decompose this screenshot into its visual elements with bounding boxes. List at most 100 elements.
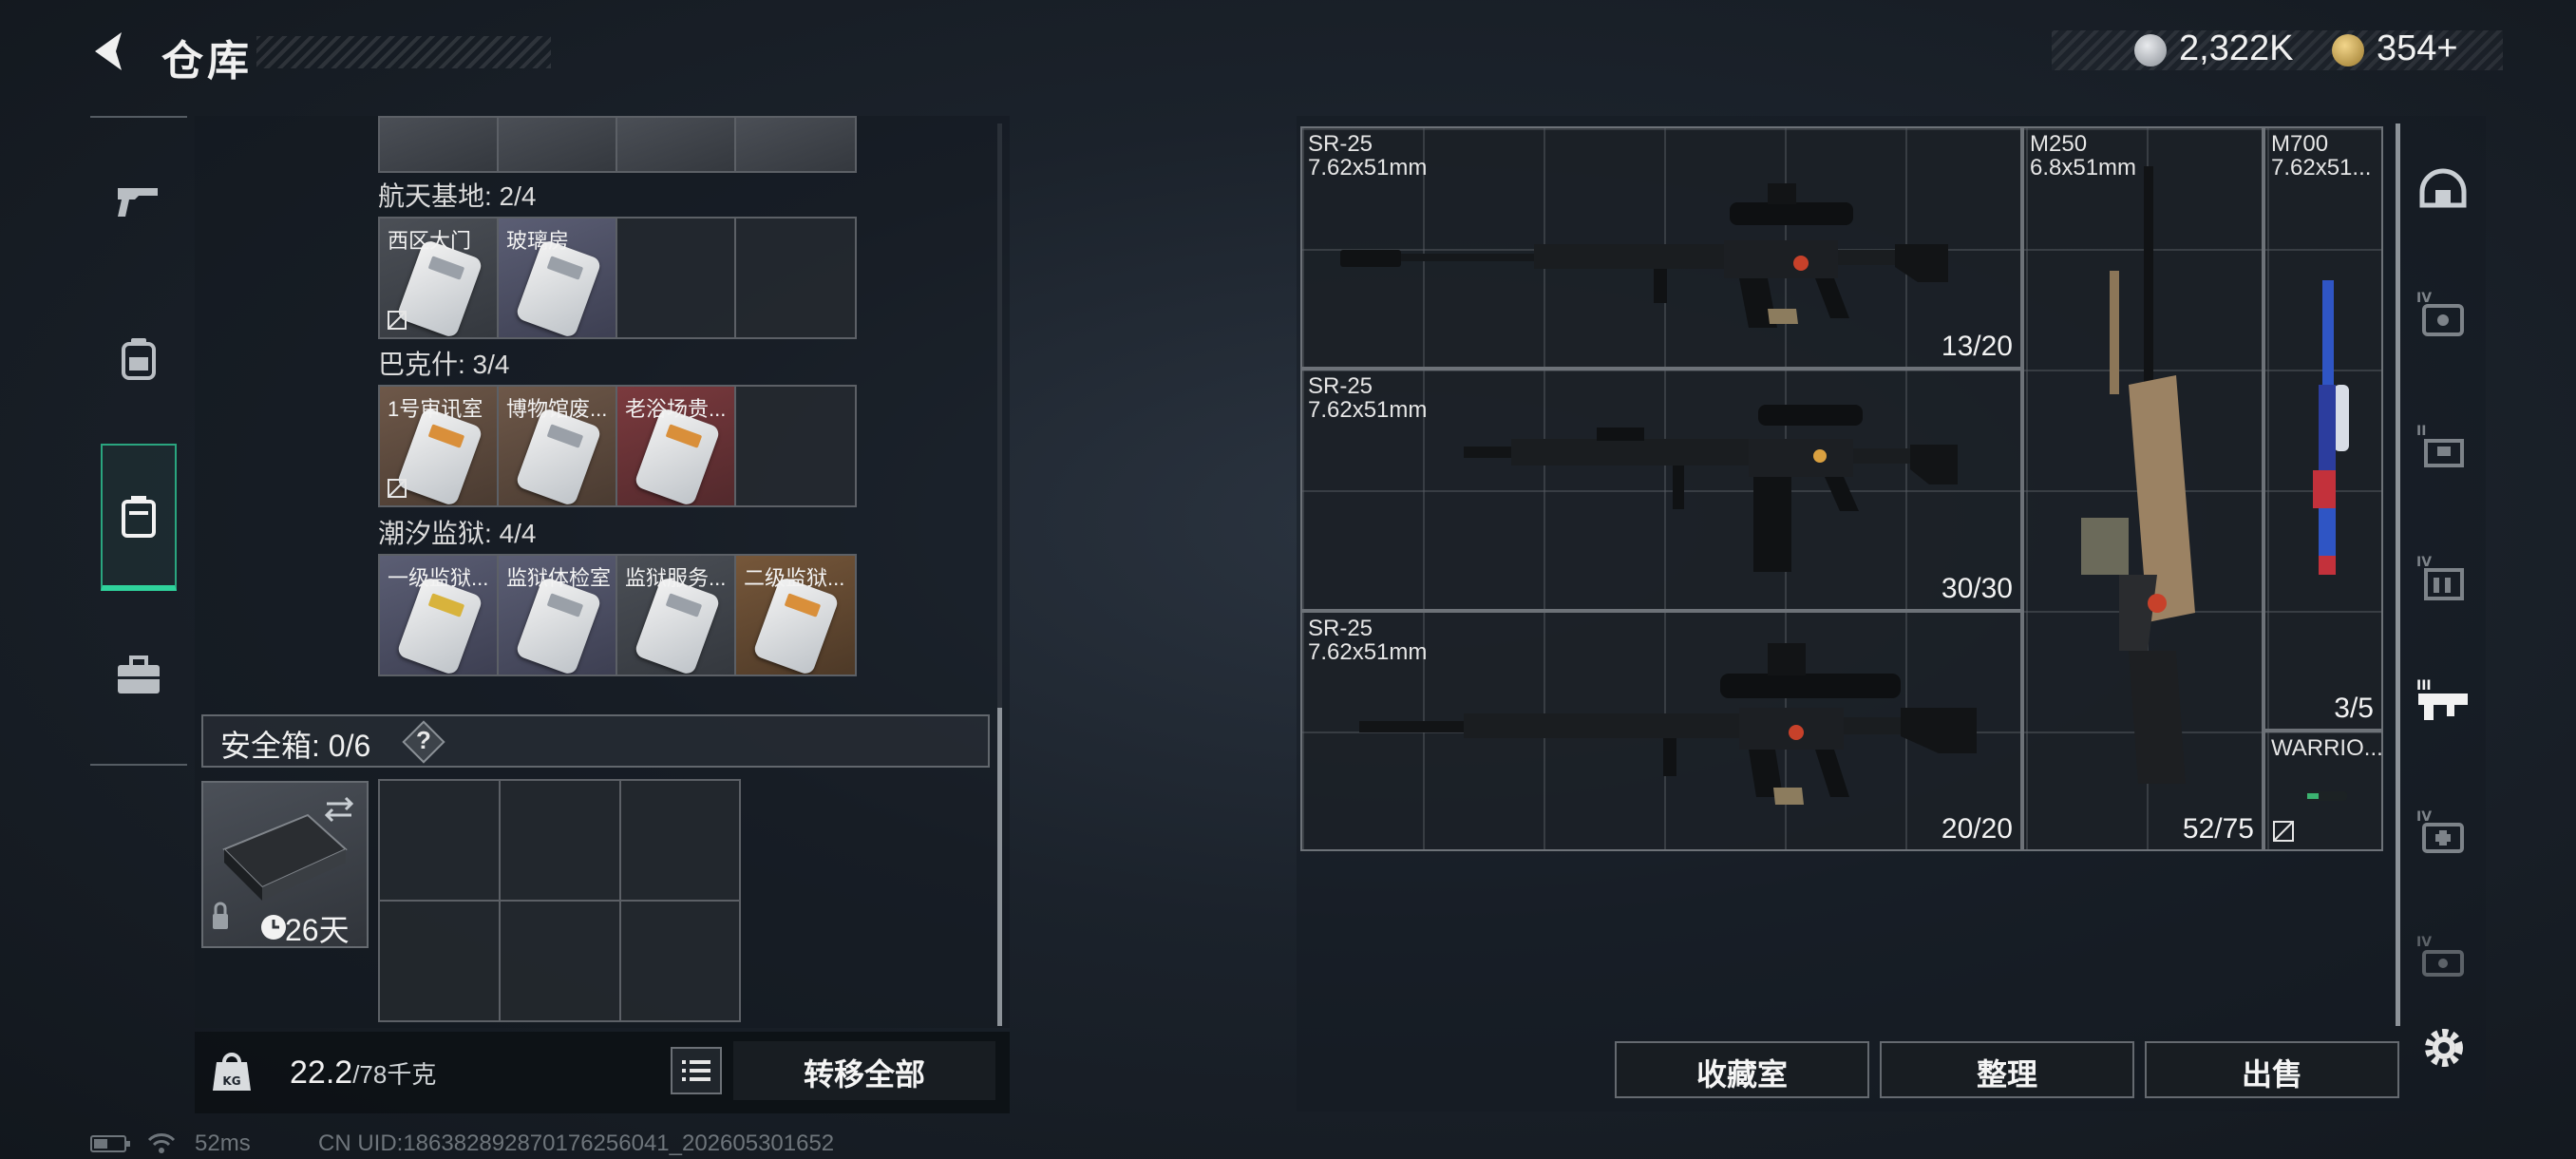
- key-card[interactable]: [736, 118, 855, 171]
- weapon-scrollbar[interactable]: [2396, 124, 2400, 1026]
- help-mark: ?: [416, 726, 431, 754]
- key-card-label: 二级监狱...: [744, 566, 845, 590]
- list-view-button[interactable]: [671, 1047, 722, 1094]
- key-card-label: 西区大门: [388, 229, 472, 253]
- safe-box-duration: 26天: [285, 913, 350, 947]
- silver-coin-icon: [2134, 34, 2167, 66]
- key-card-label: 老浴场贵...: [625, 397, 727, 421]
- back-arrow-icon[interactable]: [87, 28, 133, 74]
- weapon-name: M250: [2030, 131, 2088, 157]
- key-row-partial: [378, 116, 857, 173]
- key-group-title: 巴克什: 3/4: [378, 350, 510, 379]
- wifi-icon: [147, 1133, 176, 1153]
- key-card[interactable]: [380, 118, 499, 171]
- gear-icon[interactable]: [2418, 1022, 2470, 1074]
- ammo-count: 30/30: [1941, 573, 2013, 604]
- safe-box-grid[interactable]: [378, 779, 741, 1022]
- key-card[interactable]: 玻璃房: [499, 218, 617, 337]
- misc-iv-icon[interactable]: IV: [2415, 929, 2472, 986]
- weapon-name: M700: [2271, 131, 2329, 157]
- key-card-row: 一级监狱... 监狱体检室 监狱服务... 二级监狱...: [378, 554, 857, 676]
- svg-text:IV: IV: [2416, 935, 2432, 950]
- chest-rig-iv-icon[interactable]: IV: [2415, 549, 2472, 606]
- svg-text:IV: IV: [2416, 555, 2432, 570]
- svg-text:II: II: [2416, 424, 2426, 439]
- m250-machine-gun-icon: [2081, 166, 2195, 784]
- key-card[interactable]: [617, 118, 736, 171]
- ping-readout: 52ms: [195, 1130, 251, 1156]
- pistol-icon[interactable]: [112, 175, 165, 228]
- key-card[interactable]: 监狱服务...: [617, 556, 736, 674]
- empty-slot[interactable]: [736, 387, 855, 505]
- flashlight-attachment-icon: [2305, 791, 2347, 801]
- key-card[interactable]: 监狱体检室: [499, 556, 617, 674]
- backpack-icon[interactable]: [112, 332, 165, 386]
- armor-ii-icon[interactable]: II: [2415, 418, 2472, 475]
- svg-text:IV: IV: [2416, 809, 2432, 825]
- key-card-label: 监狱服务...: [625, 566, 727, 590]
- key-card-row: 1号审讯室 博物馆废... 老浴场贵...: [378, 385, 857, 507]
- svg-text:III: III: [2416, 678, 2432, 694]
- medical-iv-icon[interactable]: IV: [2415, 804, 2472, 861]
- sell-label: 出售: [2241, 1057, 2302, 1092]
- empty-slot[interactable]: [617, 218, 736, 337]
- key-card[interactable]: 二级监狱...: [736, 556, 855, 674]
- weapon-tier-iii-icon[interactable]: III: [2415, 673, 2472, 730]
- title-decoration: [256, 36, 551, 68]
- weight-current: 22.2: [290, 1054, 353, 1091]
- key-card[interactable]: [499, 118, 617, 171]
- weapon-name: WARRIO...: [2271, 735, 2383, 761]
- weight-icon: KG: [213, 1053, 251, 1091]
- unsellable-icon: [388, 479, 407, 498]
- key-card-label: 玻璃房: [506, 229, 570, 253]
- weapon-slot[interactable]: WARRIO...: [2263, 731, 2383, 851]
- svg-text:KG: KG: [222, 1074, 240, 1088]
- key-card[interactable]: 老浴场贵...: [617, 387, 736, 505]
- helmet-icon[interactable]: [2415, 162, 2472, 218]
- gold-currency-value[interactable]: 354+: [2377, 28, 2458, 69]
- container-icon[interactable]: [112, 490, 165, 543]
- key-card[interactable]: 博物馆废...: [499, 387, 617, 505]
- safe-box-title: 安全箱: 0/6: [220, 729, 371, 763]
- key-card-label: 博物馆废...: [506, 397, 608, 421]
- weapon-slot[interactable]: M250 6.8x51mm 52/75: [2022, 126, 2263, 851]
- key-card[interactable]: 1号审讯室: [380, 387, 499, 505]
- uid-readout: CN UID:186382892870176256041_20260530165…: [318, 1130, 835, 1156]
- list-icon: [682, 1060, 710, 1081]
- stash-scrollbar-thumb[interactable]: [997, 708, 1002, 1026]
- key-card-row: 西区大门 玻璃房: [378, 217, 857, 339]
- key-card[interactable]: 西区大门: [380, 218, 499, 337]
- unsellable-icon: [2273, 821, 2294, 842]
- briefcase-icon[interactable]: [112, 650, 165, 703]
- weapon-name: SR-25: [1308, 131, 1373, 157]
- silver-currency-value: 2,322K: [2179, 28, 2294, 68]
- page-title: 仓库: [161, 38, 253, 85]
- armor-iv-icon[interactable]: IV: [2415, 285, 2472, 342]
- ammo-count: 20/20: [1941, 813, 2013, 845]
- battery-icon: [90, 1135, 130, 1152]
- sort-label: 整理: [1976, 1057, 2037, 1092]
- weapon-slot[interactable]: SR-25 7.62x51mm 13/20: [1300, 126, 2022, 369]
- key-card-label: 一级监狱...: [388, 566, 489, 590]
- svg-text:IV: IV: [2416, 291, 2432, 306]
- unsellable-icon: [388, 311, 407, 330]
- ammo-count: 52/75: [2182, 813, 2254, 845]
- key-card-label: 1号审讯室: [388, 397, 483, 421]
- sr25-rifle-icon: [1359, 643, 1977, 805]
- sr25-rifle-icon: [1340, 183, 1948, 328]
- weapon-slot[interactable]: SR-25 7.62x51mm 30/30: [1300, 369, 2022, 611]
- weapon-slot[interactable]: SR-25 7.62x51mm 20/20: [1300, 611, 2022, 851]
- key-card-label: 监狱体检室: [506, 566, 612, 590]
- key-group-title: 航天基地: 2/4: [378, 181, 537, 211]
- weapon-slot[interactable]: M700 7.62x51... 3/5: [2263, 126, 2383, 731]
- transfer-all-label: 转移全部: [803, 1057, 925, 1092]
- collection-room-label: 收藏室: [1695, 1057, 1788, 1092]
- key-card[interactable]: 一级监狱...: [380, 556, 499, 674]
- m700-rifle-icon: [2313, 280, 2349, 575]
- ammo-count: 13/20: [1941, 331, 2013, 362]
- empty-slot[interactable]: [736, 218, 855, 337]
- gold-coin-icon: [2332, 34, 2364, 66]
- weight-readout: 22.2/78千克: [290, 1054, 436, 1092]
- weight-max: /78千克: [352, 1060, 437, 1089]
- key-group-title: 潮汐监狱: 4/4: [378, 519, 537, 548]
